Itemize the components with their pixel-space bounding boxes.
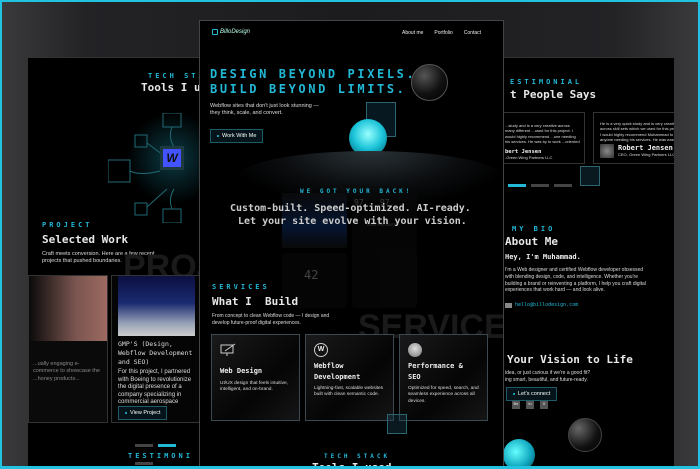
carousel-dot-active[interactable]	[158, 444, 176, 447]
project-card-2[interactable]: GMP'S (Design, Webflow Development and S…	[111, 275, 202, 423]
service-card-web-design[interactable]: Web Design UI/UX design that feels intui…	[211, 334, 300, 421]
decorative-square	[580, 166, 600, 186]
social-links: Be in X	[512, 401, 548, 409]
testimonial-quote: He is a very quick study and is very cre…	[600, 121, 675, 142]
top-nav: About me Portfolio Contact	[402, 30, 481, 36]
decorative-square	[387, 414, 407, 434]
view-project-button[interactable]: View Project	[118, 406, 168, 420]
project-card-2-desc: For this project, I partnered with Boein…	[118, 369, 192, 406]
services-eyebrow: SERVICES	[212, 283, 270, 291]
webflow-logo-text: W	[166, 151, 178, 165]
project-card-2-image	[118, 276, 195, 336]
mail-icon	[505, 302, 512, 308]
hero-line-2: BUILD BEYOND LIMITS.	[210, 82, 407, 96]
bio-eyebrow: MY BIO	[512, 225, 556, 233]
value-prop-line-2: Let your site evolve with your vision.	[238, 216, 467, 227]
service-desc: Optimized for speed, search, and seamles…	[408, 386, 479, 404]
services-desc: From concept to clean Webflow code — I d…	[212, 313, 330, 326]
logo-text: BilloDesign	[220, 29, 251, 35]
webflow-icon: W	[314, 343, 328, 357]
tech-network-diagram	[108, 113, 182, 223]
project-card-1-desc: ...ually engaging e-commerce to showcase…	[33, 361, 100, 382]
work-with-me-label: Work With Me	[222, 133, 257, 139]
hero-subtitle: Webflow sites that don't just look stunn…	[210, 103, 319, 117]
testimonial-quote: ...study and is a very creative across m…	[505, 123, 580, 145]
project-title: Selected Work	[42, 233, 129, 246]
behance-icon[interactable]: Be	[512, 401, 520, 409]
service-card-webflow-development[interactable]: W Webflow Development Lightning-fast, sc…	[305, 334, 394, 421]
nav-contact[interactable]: Contact	[464, 30, 481, 36]
testimonial-role: -Green Wing Partners LLC	[505, 155, 553, 160]
cta-text-1: idea, or just curious if we're a good fi…	[505, 370, 591, 376]
we-got-your-back-eyebrow: WE GOT YOUR BACK!	[300, 188, 413, 195]
testimonial-avatar	[600, 144, 614, 158]
service-title: Webflow Development	[314, 362, 361, 381]
left-page-preview: TECH STACK Tools I us W PROJECT Selected…	[27, 57, 203, 466]
view-project-label: View Project	[130, 410, 161, 416]
project-card-1-image	[29, 276, 107, 341]
center-page-preview: BilloDesign About me Portfolio Contact D…	[199, 20, 504, 469]
service-desc: UI/UX design that feels intuitive, intel…	[220, 380, 288, 392]
email-text: hello@billodesign.com	[515, 302, 579, 308]
bio-greeting: Hey, I'm Muhammad.	[505, 253, 581, 261]
value-prop-line-1: Custom-built. Speed-optimized. AI-ready.	[230, 203, 471, 214]
testimonial-carousel-dots[interactable]	[508, 174, 577, 192]
carousel-dot-active[interactable]	[508, 184, 526, 187]
button-dot-icon	[217, 135, 219, 137]
service-card-performance-seo[interactable]: Performance & SEO Optimized for speed, s…	[399, 334, 488, 421]
hero-headline: DESIGN BEYOND PIXELS. BUILD BEYOND LIMIT…	[210, 67, 416, 97]
tech-stack-title: Tools I us	[141, 81, 203, 94]
tech-stack-eyebrow: TECH STACK	[324, 453, 391, 460]
testimonial-name: Robert Jensen	[618, 144, 673, 152]
teal-orb	[503, 439, 535, 466]
service-title: Performance & SEO	[408, 362, 463, 381]
testimonial-card-2: He is a very quick study and is very cre…	[593, 112, 675, 164]
work-with-me-button[interactable]: Work With Me	[210, 129, 264, 143]
linkedin-icon[interactable]: in	[526, 401, 534, 409]
carousel-dot[interactable]	[135, 462, 153, 465]
hero-line-1: DESIGN BEYOND PIXELS.	[210, 67, 417, 81]
project-eyebrow: PROJECT	[42, 221, 93, 229]
mockup-frame: TECH STACK Tools I us W PROJECT Selected…	[0, 0, 700, 469]
x-icon[interactable]: X	[540, 401, 548, 409]
button-dot-icon	[125, 412, 127, 414]
testimonial-eyebrow: TESTIMONI	[128, 452, 193, 460]
carousel-dot[interactable]	[554, 184, 572, 187]
cta-text-2: ing smart, beautiful, and future-ready.	[505, 377, 588, 383]
bio-title: About Me	[505, 235, 558, 248]
webflow-logo-tile: W	[160, 146, 184, 170]
service-desc: Lightning-fast, scalable websites built …	[314, 386, 384, 398]
project-card-1[interactable]: ...ually engaging e-commerce to showcase…	[28, 275, 108, 423]
project-card-2-title: GMP'S (Design, Webflow Development and S…	[118, 340, 193, 367]
logo-mark-icon	[212, 29, 218, 35]
site-logo[interactable]: BilloDesign	[212, 29, 250, 35]
tech-stack-title: Tools I used	[312, 461, 392, 469]
button-dot-icon	[513, 393, 515, 395]
lets-connect-label: Let's connect	[518, 391, 551, 397]
dashboard-score: 42	[304, 268, 319, 282]
service-title: Web Design	[220, 367, 263, 375]
carousel-dot[interactable]	[531, 184, 549, 187]
bio-text: I'm a Web designer and certified Webflow…	[505, 267, 646, 294]
nav-about-me[interactable]: About me	[402, 30, 423, 36]
testimonial-eyebrow: ESTIMONIAL	[510, 78, 583, 86]
right-page-preview: ESTIMONIAL t People Says ...study and is…	[499, 57, 675, 466]
email-link[interactable]: hello@billodesign.com	[505, 302, 578, 308]
speedometer-icon	[408, 343, 422, 357]
lets-connect-button[interactable]: Let's connect	[506, 387, 558, 401]
testimonial-card-1: ...study and is a very creative across m…	[500, 112, 585, 164]
testimonial-role: CEO- Green Wing Partners LLC	[618, 152, 675, 157]
cta-title: Your Vision to Life	[507, 353, 633, 366]
nav-portfolio[interactable]: Portfolio	[434, 30, 452, 36]
monitor-pen-icon	[220, 343, 236, 356]
services-title: What I Build	[212, 295, 299, 308]
tech-stack-eyebrow: TECH STACK	[148, 72, 202, 80]
carousel-dot[interactable]	[135, 444, 153, 447]
glass-orb	[568, 418, 602, 452]
glass-orb	[411, 64, 448, 101]
testimonial-title: t People Says	[510, 88, 597, 101]
